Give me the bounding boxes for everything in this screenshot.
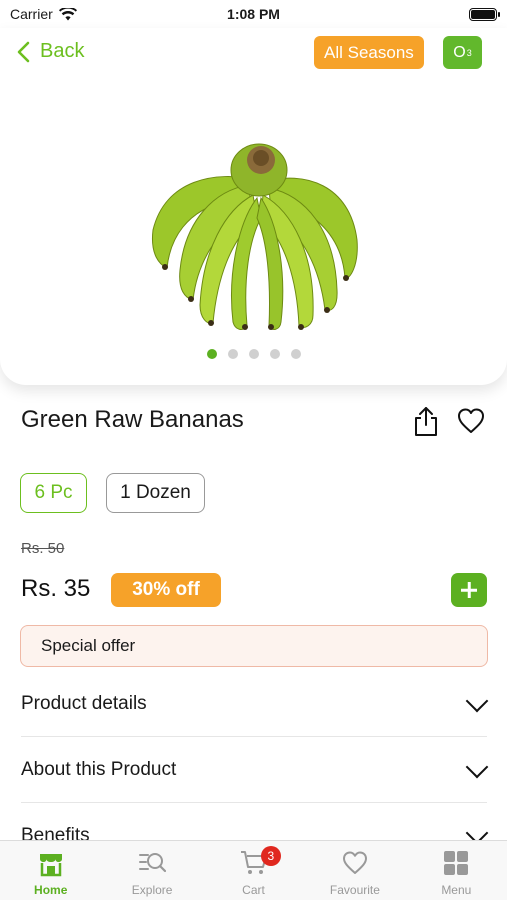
clock: 1:08 PM [227,6,280,22]
carousel-indicator[interactable] [0,349,507,359]
season-badge[interactable]: All Seasons [314,36,424,69]
product-image[interactable] [145,140,365,332]
back-button[interactable]: Back [16,40,84,63]
carousel-dot[interactable] [248,349,259,359]
carousel-dot[interactable] [269,349,280,359]
accordion-label: About this Product [21,758,177,780]
accordion-about-product[interactable]: About this Product [21,737,489,803]
variant-option-6pc[interactable]: 6 Pc [20,473,87,513]
heart-icon[interactable] [457,407,485,435]
variant-option-1dozen[interactable]: 1 Dozen [106,473,205,513]
bottom-tab-bar: Home Explore 3 Cart Favourite Menu [0,840,507,900]
discount-badge: 30% off [111,573,221,607]
tab-label: Cart [242,883,265,897]
grid-icon [444,851,469,875]
ozone-badge[interactable]: O3 [443,36,482,69]
chevron-down-icon [465,755,489,778]
tab-label: Favourite [329,883,380,897]
chevron-left-icon [17,41,30,62]
carousel-dot[interactable] [290,349,301,359]
tab-cart[interactable]: 3 Cart [203,841,304,900]
product-hero-card: Back All Seasons O3 [0,28,507,385]
add-to-cart-button[interactable] [451,573,487,607]
store-icon [39,854,62,877]
sale-price: Rs. 35 [21,575,91,602]
special-offer-banner[interactable]: Special offer [20,625,488,667]
accordion-label: Product details [21,692,147,714]
search-list-icon [139,853,167,873]
share-icon[interactable] [412,405,440,437]
tab-label: Home [34,883,68,897]
tab-explore[interactable]: Explore [101,841,202,900]
original-price: Rs. 50 [21,540,65,557]
tab-menu[interactable]: Menu [406,841,507,900]
tab-favourite[interactable]: Favourite [304,841,405,900]
status-bar: Carrier 1:08 PM [0,0,507,28]
tab-label: Explore [131,883,173,897]
chevron-down-icon [465,689,489,712]
product-title: Green Raw Bananas [21,406,244,433]
tab-home[interactable]: Home [0,841,101,900]
special-offer-label: Special offer [41,636,136,655]
back-label: Back [40,40,85,62]
heart-icon [342,851,367,874]
accordion-product-details[interactable]: Product details [21,671,489,737]
carousel-dot[interactable] [227,349,238,359]
battery-icon [469,8,500,21]
carousel-dot-active[interactable] [206,349,217,359]
cart-count-badge: 3 [260,846,281,866]
tab-label: Menu [441,883,472,897]
